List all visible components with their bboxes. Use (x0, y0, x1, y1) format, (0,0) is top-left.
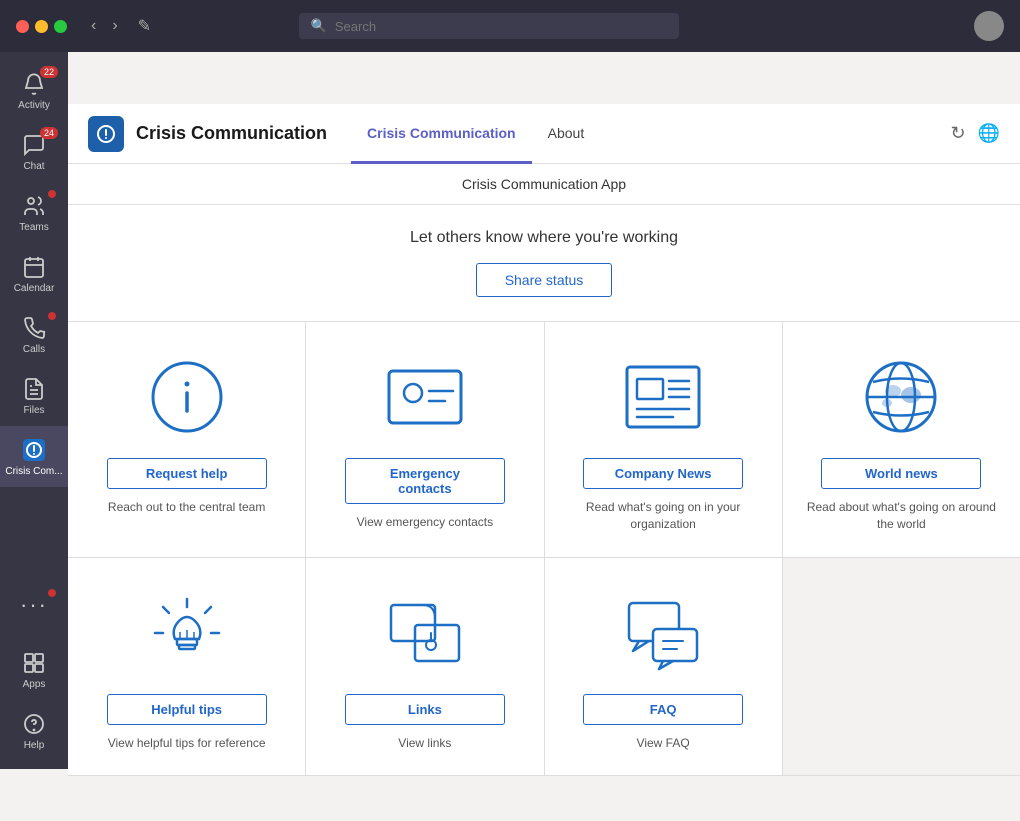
card-empty (783, 558, 1020, 776)
apps-icon (20, 649, 48, 677)
helpful-tips-button[interactable]: Helpful tips (107, 694, 267, 725)
contact-card-icon (385, 361, 465, 433)
tab-about[interactable]: About (532, 105, 601, 164)
crisis-icon (20, 436, 48, 464)
sidebar-item-label-calls: Calls (23, 344, 45, 355)
status-text: Let others know where you're working (88, 229, 1000, 247)
sidebar-item-label-files: Files (23, 405, 44, 416)
company-news-desc: Read what's going on in your organizatio… (565, 499, 762, 533)
world-news-desc: Read about what's going on around the wo… (803, 499, 1000, 533)
faq-icon (623, 593, 703, 673)
lightbulb-icon (147, 593, 227, 673)
more-icon: ··· (20, 591, 48, 619)
app-title: Crisis Communication (136, 123, 327, 144)
request-help-icon-area (147, 352, 227, 442)
share-status-button[interactable]: Share status (476, 263, 613, 297)
files-icon (20, 375, 48, 403)
calls-icon (20, 314, 48, 342)
world-news-button[interactable]: World news (821, 458, 981, 489)
faq-desc: View FAQ (637, 735, 690, 752)
content-area: Crisis Communication App Let others know… (68, 164, 1020, 821)
calls-badge (48, 312, 56, 320)
avatar (974, 11, 1004, 41)
nav-forward-button[interactable]: › (104, 13, 125, 39)
emergency-contacts-icon-area (385, 352, 465, 442)
sidebar-item-label-teams: Teams (19, 222, 48, 233)
refresh-button[interactable]: ↻ (950, 123, 965, 144)
sidebar-item-apps[interactable]: Apps (0, 639, 68, 700)
card-emergency-contacts: Emergency contacts View emergency contac… (306, 322, 544, 557)
sidebar-item-more[interactable]: ··· (0, 581, 68, 631)
sidebar-item-label-activity: Activity (18, 100, 50, 111)
cards-row-1: Request help Reach out to the central te… (68, 322, 1020, 558)
links-button[interactable]: Links (345, 694, 505, 725)
content-header-bar: Crisis Communication App (68, 164, 1020, 205)
newspaper-icon (623, 361, 703, 433)
links-icon-area (385, 588, 465, 678)
helpful-tips-icon-area (147, 588, 227, 678)
globe-button[interactable]: 🌐 (978, 123, 1000, 144)
sidebar-item-help[interactable]: Help (0, 700, 68, 761)
card-request-help: Request help Reach out to the central te… (68, 322, 306, 557)
chat-badge: 24 (40, 127, 58, 139)
sidebar-item-chat[interactable]: 24 Chat (0, 121, 68, 182)
sidebar: 22 Activity 24 Chat (0, 52, 68, 769)
sidebar-item-label-apps: Apps (23, 679, 46, 690)
company-news-button[interactable]: Company News (583, 458, 743, 489)
sidebar-item-teams[interactable]: Teams (0, 182, 68, 243)
sidebar-item-calls[interactable]: Calls (0, 304, 68, 365)
sidebar-item-label-chat: Chat (23, 161, 44, 172)
header-actions: ↻ 🌐 (950, 123, 1000, 144)
search-icon: 🔍 (311, 18, 327, 34)
request-help-desc: Reach out to the central team (108, 499, 265, 516)
emergency-contacts-desc: View emergency contacts (357, 514, 494, 531)
company-news-icon-area (623, 352, 703, 442)
app-header: Crisis Communication Crisis Communicatio… (68, 104, 1020, 164)
card-faq: FAQ View FAQ (545, 558, 783, 776)
tab-crisis-communication[interactable]: Crisis Communication (351, 105, 532, 164)
links-icon (385, 593, 465, 673)
help-icon (20, 710, 48, 738)
minimize-button[interactable] (35, 20, 48, 33)
emergency-contacts-button[interactable]: Emergency contacts (345, 458, 505, 504)
faq-icon-area (623, 588, 703, 678)
card-world-news: World news Read about what's going on ar… (783, 322, 1020, 557)
search-bar: 🔍 (299, 13, 679, 39)
activity-badge: 22 (40, 66, 58, 78)
faq-button[interactable]: FAQ (583, 694, 743, 725)
maximize-button[interactable] (54, 20, 67, 33)
title-bar: ‹ › ✎ 🔍 (0, 0, 1020, 52)
teams-badge (48, 190, 56, 198)
search-input[interactable] (335, 19, 667, 34)
sidebar-item-label-crisis: Crisis Com... (5, 466, 62, 477)
world-news-icon-area (861, 352, 941, 442)
teams-icon (20, 192, 48, 220)
sidebar-item-calendar[interactable]: Calendar (0, 243, 68, 304)
calendar-icon (20, 253, 48, 281)
sidebar-item-label-calendar: Calendar (14, 283, 55, 294)
sidebar-item-crisis[interactable]: Crisis Com... (0, 426, 68, 487)
traffic-lights (16, 20, 67, 33)
tabs: Crisis Communication About (351, 104, 600, 163)
cards-row-2: Helpful tips View helpful tips for refer… (68, 558, 1020, 777)
globe-icon (861, 357, 941, 437)
info-circle-icon (147, 357, 227, 437)
status-section: Let others know where you're working Sha… (68, 205, 1020, 322)
card-links: Links View links (306, 558, 544, 776)
links-desc: View links (398, 735, 451, 752)
card-helpful-tips: Helpful tips View helpful tips for refer… (68, 558, 306, 776)
close-button[interactable] (16, 20, 29, 33)
card-company-news: Company News Read what's going on in you… (545, 322, 783, 557)
sidebar-item-activity[interactable]: 22 Activity (0, 60, 68, 121)
sidebar-item-files[interactable]: Files (0, 365, 68, 426)
compose-button[interactable]: ✎ (138, 16, 151, 36)
helpful-tips-desc: View helpful tips for reference (108, 735, 266, 752)
request-help-button[interactable]: Request help (107, 458, 267, 489)
app-icon (88, 116, 124, 152)
nav-back-button[interactable]: ‹ (83, 13, 104, 39)
main-content: Crisis Communication Crisis Communicatio… (68, 104, 1020, 821)
more-badge (48, 589, 56, 597)
sidebar-item-label-help: Help (24, 740, 45, 751)
